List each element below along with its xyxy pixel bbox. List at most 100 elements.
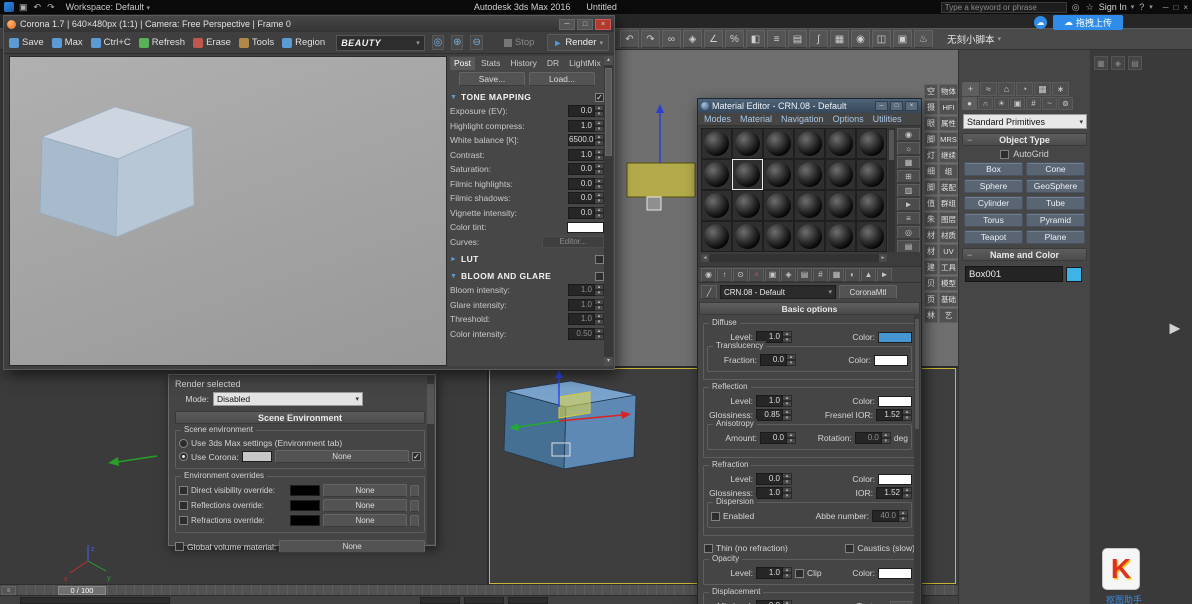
geometry-category[interactable]: ● bbox=[962, 97, 977, 110]
zoom-fit-icon[interactable]: ◎ bbox=[431, 35, 445, 50]
render-setup-icon[interactable]: ◫ bbox=[872, 30, 891, 48]
material-sample-slot[interactable] bbox=[856, 190, 887, 221]
material-type-button[interactable]: CoronaMtl bbox=[839, 285, 897, 299]
script-button[interactable]: 基础 bbox=[939, 292, 958, 307]
script-button[interactable]: 组 bbox=[939, 164, 958, 179]
override-map-button[interactable]: None bbox=[323, 499, 407, 512]
layer-manager-icon[interactable]: ▤ bbox=[788, 30, 807, 48]
script-toolbar-button[interactable]: 无刻小脚本 bbox=[947, 32, 995, 46]
script-button[interactable]: 群组 bbox=[939, 196, 958, 211]
reset-map-icon[interactable]: × bbox=[749, 267, 764, 282]
region-button[interactable]: Region bbox=[282, 37, 325, 48]
minimize-icon[interactable]: ─ bbox=[559, 18, 575, 30]
script-button[interactable]: HFI bbox=[939, 100, 958, 115]
scrollbar[interactable] bbox=[888, 128, 895, 252]
use-max-settings-radio[interactable] bbox=[179, 438, 188, 448]
vfb-titlebar[interactable]: Corona 1.7 | 640×480px (1:1) | Camera: F… bbox=[4, 16, 614, 32]
material-map-navigator-icon[interactable]: ▤ bbox=[897, 240, 920, 253]
script-button[interactable]: 眼 bbox=[924, 116, 938, 131]
refresh-button[interactable]: Refresh bbox=[138, 37, 185, 48]
modify-tab[interactable]: ≈ bbox=[980, 82, 997, 96]
material-sample-slot[interactable] bbox=[825, 221, 856, 252]
copy-button[interactable]: Ctrl+C bbox=[90, 37, 131, 48]
scrollbar[interactable] bbox=[914, 315, 920, 604]
environment-color-swatch[interactable] bbox=[241, 451, 272, 462]
dispersion-enabled-checkbox[interactable] bbox=[711, 511, 720, 521]
override-mini-button[interactable] bbox=[410, 514, 419, 527]
param-spinner[interactable]: 6500.0 ▴ ▾ bbox=[568, 134, 604, 147]
refraction-glossiness-spinner[interactable]: 1.0 ▴ ▾ bbox=[756, 487, 792, 499]
script-button[interactable]: 灯 bbox=[924, 148, 938, 163]
material-sample-slot[interactable] bbox=[825, 128, 856, 159]
fresnel-ior-spinner[interactable]: 1.52 ▴ ▾ bbox=[876, 409, 912, 421]
erase-button[interactable]: Erase bbox=[193, 37, 231, 48]
mode-dropdown[interactable]: Disabled ▾ bbox=[213, 392, 363, 406]
material-sample-slot[interactable] bbox=[701, 159, 732, 190]
timeline-mode-icon[interactable]: ≡ bbox=[1, 586, 16, 595]
search-input[interactable] bbox=[940, 1, 1067, 13]
material-sample-slot[interactable] bbox=[856, 221, 887, 252]
caustics-checkbox[interactable] bbox=[845, 543, 855, 553]
options-icon[interactable]: ≡ bbox=[897, 212, 920, 225]
object-type-button[interactable]: Box bbox=[964, 162, 1023, 176]
anisotropy-rotation-spinner[interactable]: 0.0 ▴ ▾ bbox=[854, 432, 891, 444]
translucency-fraction-spinner[interactable]: 0.0 ▴ ▾ bbox=[760, 354, 796, 366]
material-sample-slot[interactable] bbox=[794, 159, 825, 190]
param-spinner[interactable]: 0.0 ▴ ▾ bbox=[568, 105, 604, 118]
workspace-selector[interactable]: Workspace: Default ▾ bbox=[66, 2, 150, 12]
percent-snap-icon[interactable]: % bbox=[725, 30, 744, 48]
environment-map-checkbox[interactable] bbox=[412, 452, 421, 461]
clip-checkbox[interactable] bbox=[795, 568, 804, 578]
material-editor-titlebar[interactable]: Material Editor - CRN.08 - Default ─ □ × bbox=[698, 99, 921, 113]
object-type-button[interactable]: Teapot bbox=[964, 230, 1023, 244]
redo-icon[interactable]: ↷ bbox=[641, 30, 660, 48]
background-icon[interactable]: ▦ bbox=[897, 156, 920, 169]
material-sample-slot[interactable] bbox=[794, 128, 825, 159]
load-settings-button[interactable]: Load... bbox=[529, 72, 595, 86]
make-preview-icon[interactable]: ► bbox=[897, 198, 920, 211]
menu-item[interactable]: Navigation bbox=[781, 114, 824, 124]
object-type-button[interactable]: Torus bbox=[964, 213, 1023, 227]
align-icon[interactable]: ≡ bbox=[767, 30, 786, 48]
scrollbar[interactable]: ▴ ▾ bbox=[604, 56, 613, 366]
create-tab[interactable]: + bbox=[962, 82, 979, 96]
menu-item[interactable]: Material bbox=[740, 114, 772, 124]
opacity-color-swatch[interactable] bbox=[878, 567, 912, 579]
object-type-rollout[interactable]: − Object Type bbox=[962, 133, 1087, 146]
refraction-color-swatch[interactable] bbox=[878, 473, 912, 485]
color-tint-swatch[interactable] bbox=[567, 221, 604, 233]
script-button[interactable]: 材 bbox=[924, 244, 938, 259]
go-to-sibling-icon[interactable]: ► bbox=[877, 267, 892, 282]
override-map-button[interactable]: None bbox=[323, 514, 407, 527]
object-type-button[interactable]: Pyramid bbox=[1026, 213, 1085, 227]
save-settings-button[interactable]: Save... bbox=[459, 72, 525, 86]
maximize-icon[interactable]: □ bbox=[577, 18, 593, 30]
go-to-parent-icon[interactable]: ▲ bbox=[861, 267, 876, 282]
search-icon[interactable]: ◎ bbox=[1071, 2, 1081, 13]
environment-map-button[interactable]: None bbox=[274, 450, 409, 463]
rendered-frame-icon[interactable]: ▣ bbox=[893, 30, 912, 48]
mirror-icon[interactable]: ◧ bbox=[746, 30, 765, 48]
hierarchy-tab[interactable]: ⌂ bbox=[998, 82, 1015, 96]
vfb-tab[interactable]: LightMix bbox=[565, 57, 605, 70]
param-spinner[interactable]: 0.0 ▴ ▾ bbox=[568, 206, 604, 219]
script-button[interactable]: 工具 bbox=[939, 260, 958, 275]
app-icon[interactable] bbox=[4, 2, 14, 12]
script-button[interactable]: 装配 bbox=[939, 180, 958, 195]
close-icon[interactable]: × bbox=[905, 101, 918, 111]
primitives-dropdown[interactable]: Standard Primitives ▾ bbox=[963, 114, 1087, 129]
override-mini-button[interactable] bbox=[410, 484, 419, 497]
sign-in-button[interactable]: Sign In bbox=[1099, 2, 1127, 12]
refraction-level-spinner[interactable]: 0.0 ▴ ▾ bbox=[756, 473, 792, 485]
autogrid-checkbox[interactable] bbox=[1000, 149, 1010, 159]
select-link-icon[interactable]: ∞ bbox=[662, 30, 681, 48]
object-type-button[interactable]: Tube bbox=[1026, 196, 1085, 210]
upload-button[interactable]: ☁ 拖拽上传 bbox=[1053, 15, 1123, 30]
script-button[interactable]: 艺 bbox=[939, 308, 958, 323]
script-button[interactable]: 建 bbox=[924, 260, 938, 275]
object-type-button[interactable]: Cylinder bbox=[964, 196, 1023, 210]
override-checkbox[interactable] bbox=[179, 501, 188, 510]
object-type-button[interactable]: Plane bbox=[1026, 230, 1085, 244]
override-color-swatch[interactable] bbox=[290, 485, 320, 496]
material-sample-slot[interactable] bbox=[794, 190, 825, 221]
